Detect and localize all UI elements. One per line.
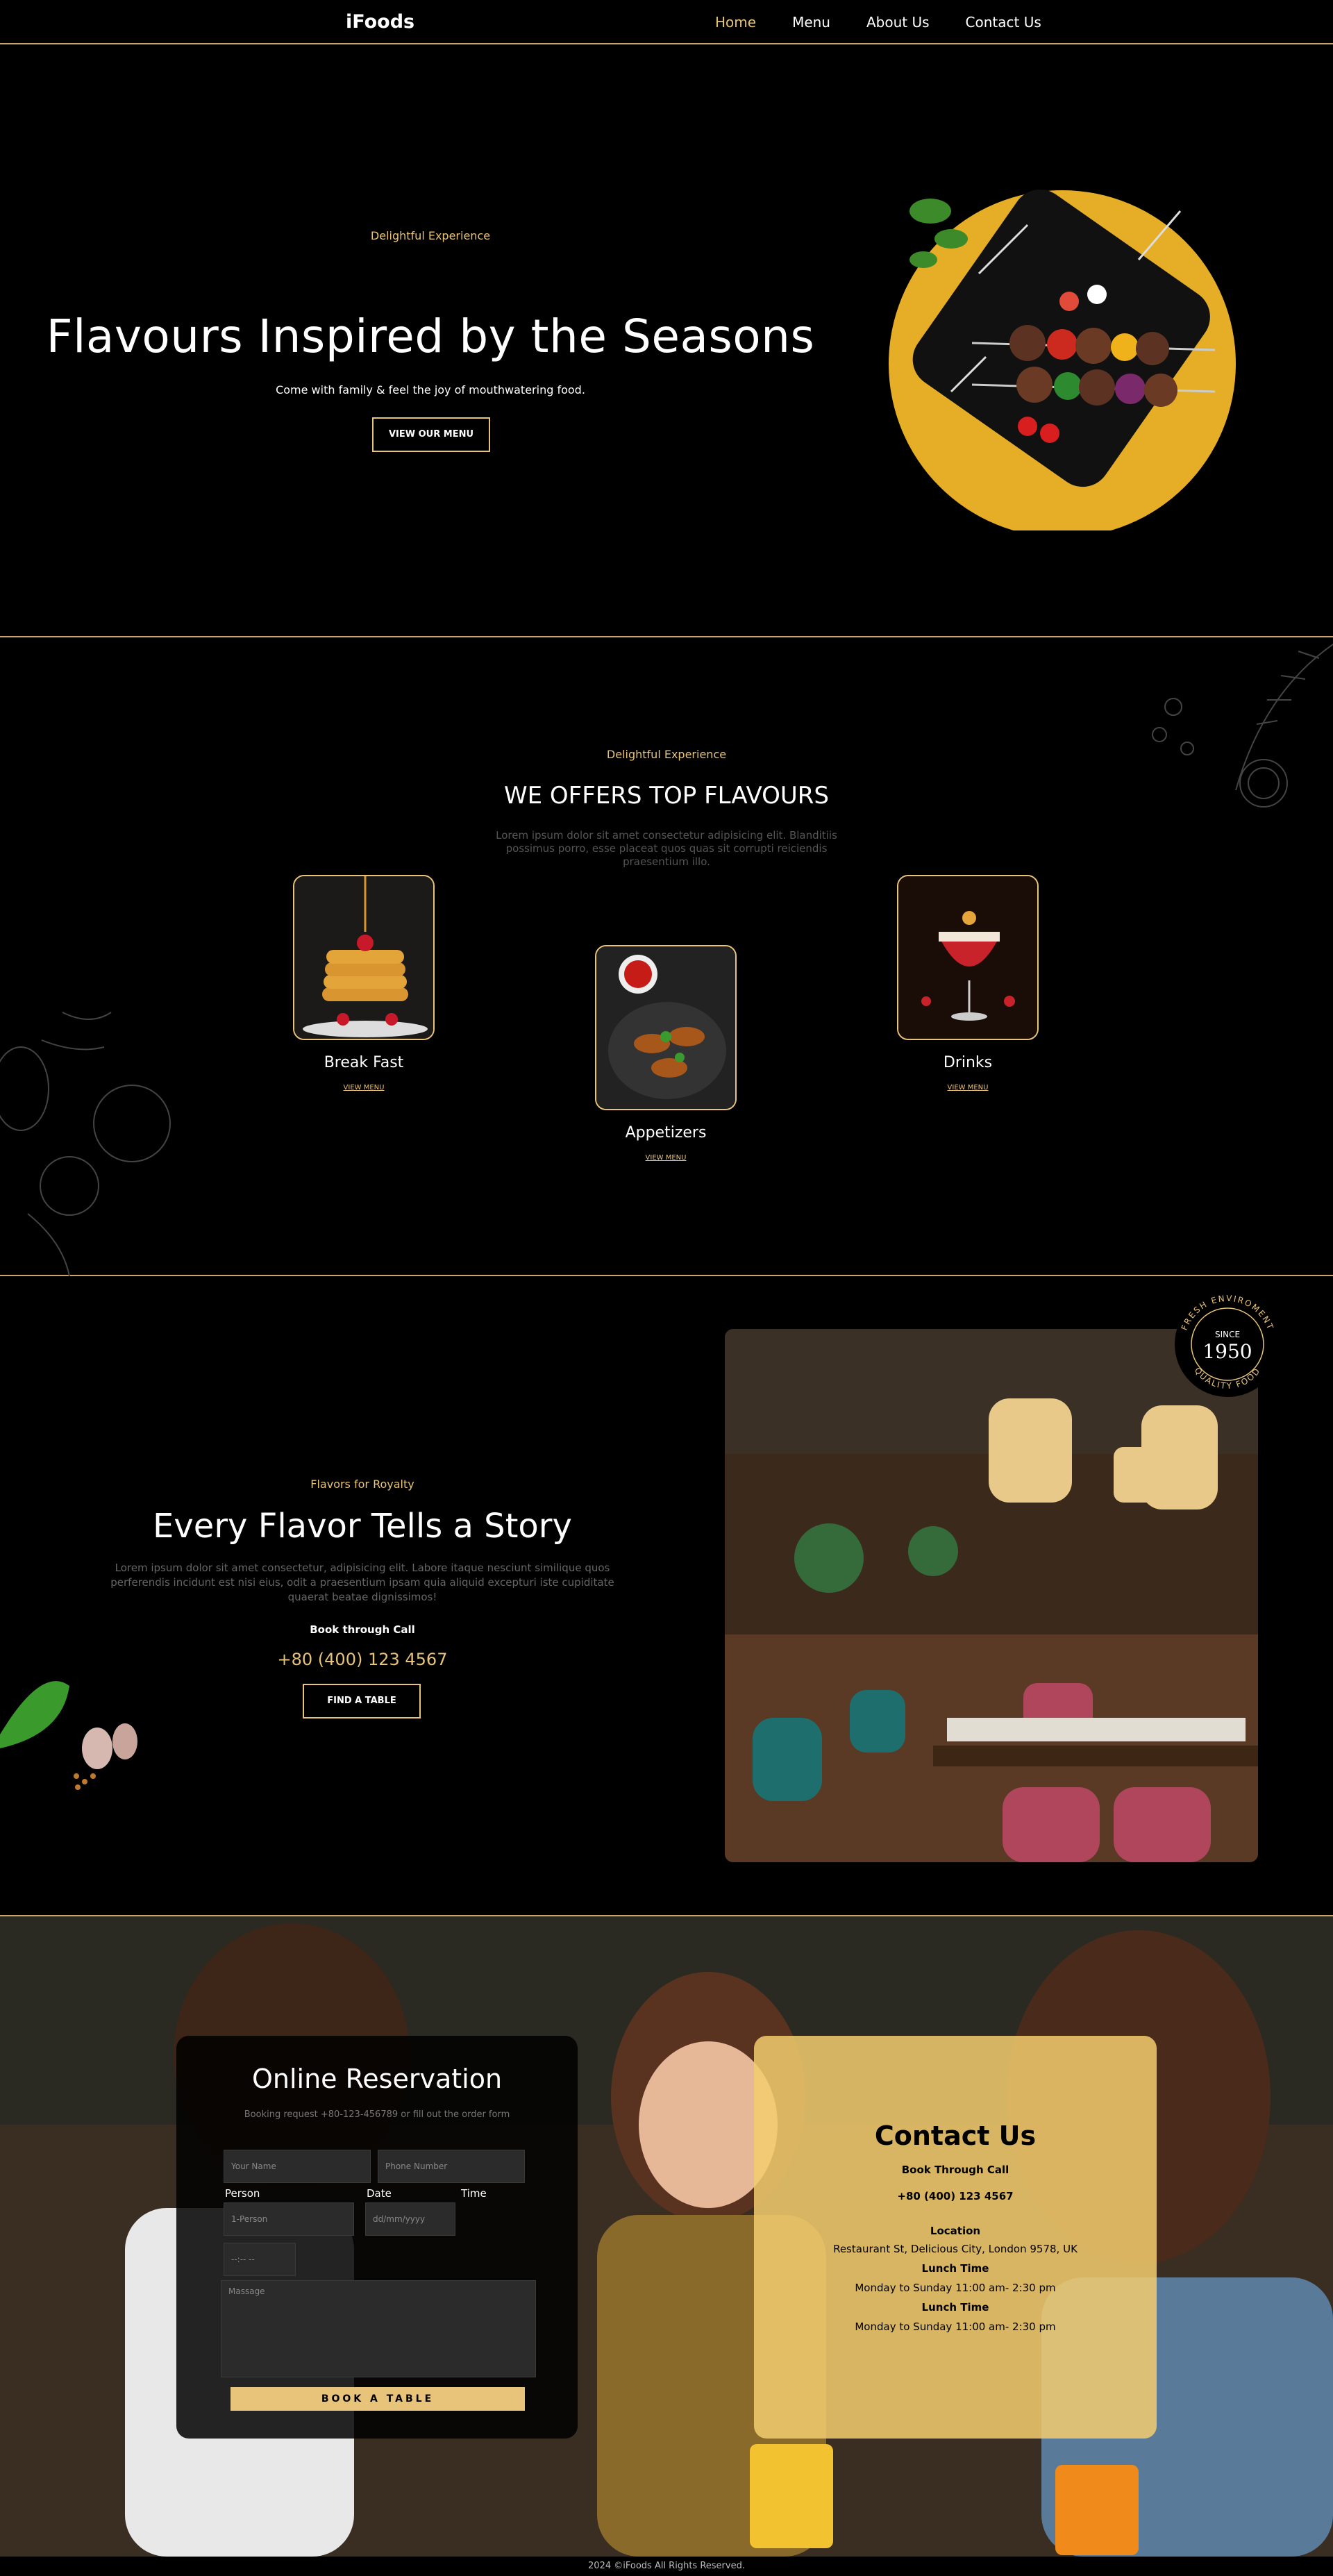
seal-year-text: 1950: [1202, 1340, 1252, 1363]
phone-input[interactable]: Phone Number: [378, 2150, 525, 2183]
nav-link-home[interactable]: Home: [715, 14, 756, 31]
story-description: Lorem ipsum dolor sit amet consectetur, …: [110, 1562, 614, 1603]
view-menu-link[interactable]: VIEW MENU: [293, 1084, 435, 1092]
view-menu-button[interactable]: VIEW OUR MENU: [372, 417, 490, 452]
footer-copyright: 2024 ©iFoods All Rights Reserved.: [0, 2557, 1333, 2576]
person-select[interactable]: 1-Person: [224, 2202, 354, 2236]
lunch-time-label: Lunch Time: [921, 2262, 989, 2275]
restaurant-interior-photo: [725, 1329, 1258, 1862]
offers-section: Delightful Experience WE OFFERS TOP FLAV…: [0, 637, 1333, 1276]
reservation-section: Online Reservation Booking request +80-1…: [0, 1916, 1333, 2557]
find-table-button[interactable]: FIND A TABLE: [303, 1684, 421, 1718]
menu-card-title: Drinks: [943, 1054, 993, 1071]
contact-card: Contact Us Book Through Call +80 (400) 1…: [754, 2036, 1157, 2439]
date-label: Date: [367, 2187, 392, 2200]
story-eyebrow: Flavors for Royalty: [310, 1478, 414, 1491]
story-section: Flavors for Royalty Every Flavor Tells a…: [0, 1276, 1333, 1916]
offers-description: Lorem ipsum dolor sit amet consectetur a…: [496, 829, 837, 868]
menu-card-breakfast[interactable]: Break Fast VIEW MENU: [293, 875, 435, 1092]
herb-sketch-illustration: [1152, 644, 1333, 808]
kebab-plate-image: [889, 189, 1236, 530]
location-label: Location: [930, 2225, 981, 2237]
nav-link-menu[interactable]: Menu: [792, 14, 830, 31]
lunch-time-label-2: Lunch Time: [921, 2301, 989, 2314]
name-input[interactable]: Your Name: [224, 2150, 371, 2183]
nav-links: Home Menu About Us Contact Us: [715, 14, 1041, 31]
book-through-call-label: Book through Call: [310, 1623, 415, 1636]
menu-card-title: Break Fast: [324, 1054, 404, 1071]
time-input[interactable]: --:-- --: [224, 2243, 296, 2276]
story-phone-number[interactable]: +80 (400) 123 4567: [0, 1650, 725, 1669]
reservation-form-card: Online Reservation Booking request +80-1…: [176, 2036, 578, 2439]
person-label: Person: [225, 2187, 260, 2200]
menu-card-appetizers[interactable]: Appetizers VIEW MENU: [595, 945, 737, 1162]
reservation-hint: Booking request +80-123-456789 or fill o…: [244, 2109, 510, 2120]
time-label: Time: [461, 2187, 487, 2200]
drinks-image: [897, 875, 1039, 1040]
contact-title: Contact Us: [874, 2121, 1037, 2151]
hero-section: Delightful Experience Flavours Inspired …: [0, 44, 1333, 637]
appetizers-image: [595, 945, 737, 1110]
lunch-hours-2: Monday to Sunday 11:00 am- 2:30 pm: [855, 2320, 1056, 2333]
hero-eyebrow: Delightful Experience: [370, 229, 491, 242]
hero-title: Flavours Inspired by the Seasons: [46, 310, 815, 363]
message-textarea[interactable]: Massage: [221, 2280, 536, 2377]
vegetable-sketch-illustration: [0, 1012, 171, 1276]
basil-garlic-illustration: [0, 1681, 137, 1790]
hero-subtitle: Come with family & feel the joy of mouth…: [276, 383, 585, 396]
brand-logo[interactable]: iFoods: [346, 11, 414, 33]
book-table-button[interactable]: BOOK A TABLE: [230, 2387, 525, 2411]
menu-card-title: Appetizers: [625, 1124, 707, 1141]
menu-card-drinks[interactable]: Drinks VIEW MENU: [897, 875, 1039, 1092]
lunch-hours: Monday to Sunday 11:00 am- 2:30 pm: [855, 2282, 1056, 2294]
view-menu-link[interactable]: VIEW MENU: [595, 1154, 737, 1162]
reservation-title: Online Reservation: [251, 2064, 503, 2094]
top-navbar: iFoods Home Menu About Us Contact Us: [0, 0, 1333, 44]
location-address: Restaurant St, Delicious City, London 95…: [833, 2243, 1078, 2255]
contact-book-label: Book Through Call: [901, 2164, 1009, 2176]
story-title: Every Flavor Tells a Story: [153, 1507, 572, 1546]
nav-link-about[interactable]: About Us: [866, 14, 930, 31]
contact-phone[interactable]: +80 (400) 123 4567: [754, 2190, 1157, 2202]
since-1950-seal: FRESH ENVIROMENT QUALITY FOOD SINCE 1950: [1173, 1290, 1282, 1398]
seal-since-text: SINCE: [1215, 1330, 1240, 1339]
breakfast-image: [293, 875, 435, 1040]
view-menu-link[interactable]: VIEW MENU: [897, 1084, 1039, 1092]
date-input[interactable]: dd/mm/yyyy: [365, 2202, 455, 2236]
nav-link-contact[interactable]: Contact Us: [966, 14, 1041, 31]
